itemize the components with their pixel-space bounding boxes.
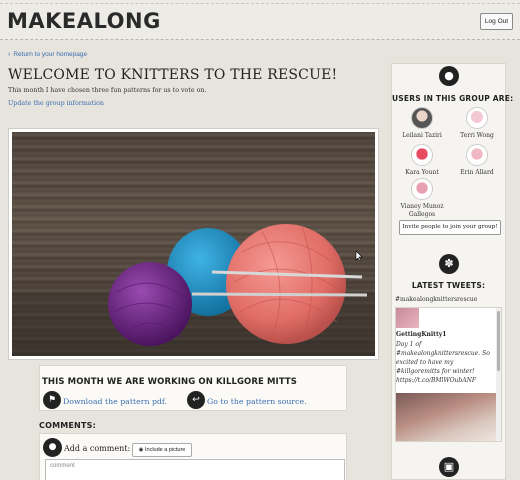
member-card[interactable]: Erin Allard xyxy=(452,144,502,177)
tweet-text: Day 1 of #makealongknittersrescue. So ex… xyxy=(396,341,490,384)
invite-people-button[interactable]: Invite people to join your group! xyxy=(399,220,501,235)
latest-tweets-heading: LATEST TWEETS: xyxy=(411,281,486,290)
download-pattern-link[interactable]: Download the pattern pdf. xyxy=(63,397,167,406)
comments-heading: COMMENTS: xyxy=(39,421,96,430)
logout-button[interactable]: Log Out xyxy=(480,13,513,30)
avatar xyxy=(466,144,488,166)
image-icon: ▣ xyxy=(439,457,459,477)
user-icon: ● xyxy=(439,66,459,86)
hero-image-frame xyxy=(8,128,379,360)
member-name: Terri Wong xyxy=(460,132,494,139)
page-title: WELCOME TO KNITTERS TO THE RESCUE! xyxy=(8,67,338,83)
member-name: Erin Allard xyxy=(460,169,494,176)
member-card[interactable]: Leilani Taziri xyxy=(397,107,447,140)
bookmark-icon[interactable]: ⚑ xyxy=(43,391,61,409)
tweet-author[interactable]: GettingKnitty1 xyxy=(396,331,446,338)
include-picture-button[interactable]: ◉ Include a picture xyxy=(132,443,192,457)
arrow-left-circle-icon[interactable]: ↩ xyxy=(187,391,205,409)
include-picture-label: Include a picture xyxy=(144,447,186,453)
yarn-illustration xyxy=(12,224,375,356)
purple-yarn-ball xyxy=(108,262,192,346)
member-card[interactable]: Terri Wong xyxy=(452,107,502,140)
current-project-panel: THIS MONTH WE ARE WORKING ON KILLGORE MI… xyxy=(39,365,347,411)
tweet-feed-scrollbar[interactable] xyxy=(496,308,501,441)
group-intro-text: This month I have chosen three fun patte… xyxy=(8,87,207,94)
comment-input[interactable]: comment xyxy=(45,459,345,480)
knitting-needle-bottom xyxy=(191,292,368,297)
avatar xyxy=(411,178,433,200)
twitter-hashtag[interactable]: #makealongknittersrescue xyxy=(395,296,477,303)
avatar xyxy=(411,107,433,129)
twitter-icon: ✽ xyxy=(439,254,459,274)
chevron-left-icon: ‹ xyxy=(8,51,11,58)
member-name: Vianey Munoz Gallegos xyxy=(400,203,444,218)
pattern-source-link[interactable]: Go to the pattern source. xyxy=(207,397,307,406)
tweet-feed[interactable]: GettingKnitty1 Day 1 of #makealongknitte… xyxy=(395,307,502,442)
users-heading: USERS IN THIS GROUP ARE: xyxy=(392,94,514,103)
mouse-pointer-icon xyxy=(355,251,363,261)
yarn-balls-photo xyxy=(12,132,375,356)
return-home-label: Return to your homepage xyxy=(13,51,88,58)
avatar xyxy=(411,144,433,166)
group-sidebar: ● USERS IN THIS GROUP ARE: Leilani Tazir… xyxy=(391,63,514,480)
member-name: Kara Yount xyxy=(405,169,439,176)
camera-icon: ◉ xyxy=(138,447,144,453)
member-card[interactable]: Kara Yount xyxy=(397,144,447,177)
tweet-photo[interactable] xyxy=(396,393,496,441)
scrollbar-thumb[interactable] xyxy=(497,311,500,371)
speech-bubble-icon: ● xyxy=(43,438,62,457)
add-comment-panel: ● Add a comment: ◉ Include a picture com… xyxy=(39,433,347,480)
makealong-logo[interactable]: MAKEALONG xyxy=(7,9,161,33)
site-header: MAKEALONG Log Out xyxy=(0,0,520,40)
update-group-link[interactable]: Update the group information xyxy=(8,100,104,107)
member-card[interactable]: Vianey Munoz Gallegos xyxy=(397,178,447,219)
return-home-link[interactable]: ‹ Return to your homepage xyxy=(8,51,87,58)
avatar xyxy=(466,107,488,129)
tweet-avatar xyxy=(396,308,419,328)
add-comment-label: Add a comment: xyxy=(64,444,131,453)
member-name: Leilani Taziri xyxy=(402,132,442,139)
project-heading: THIS MONTH WE ARE WORKING ON KILLGORE MI… xyxy=(42,377,298,387)
